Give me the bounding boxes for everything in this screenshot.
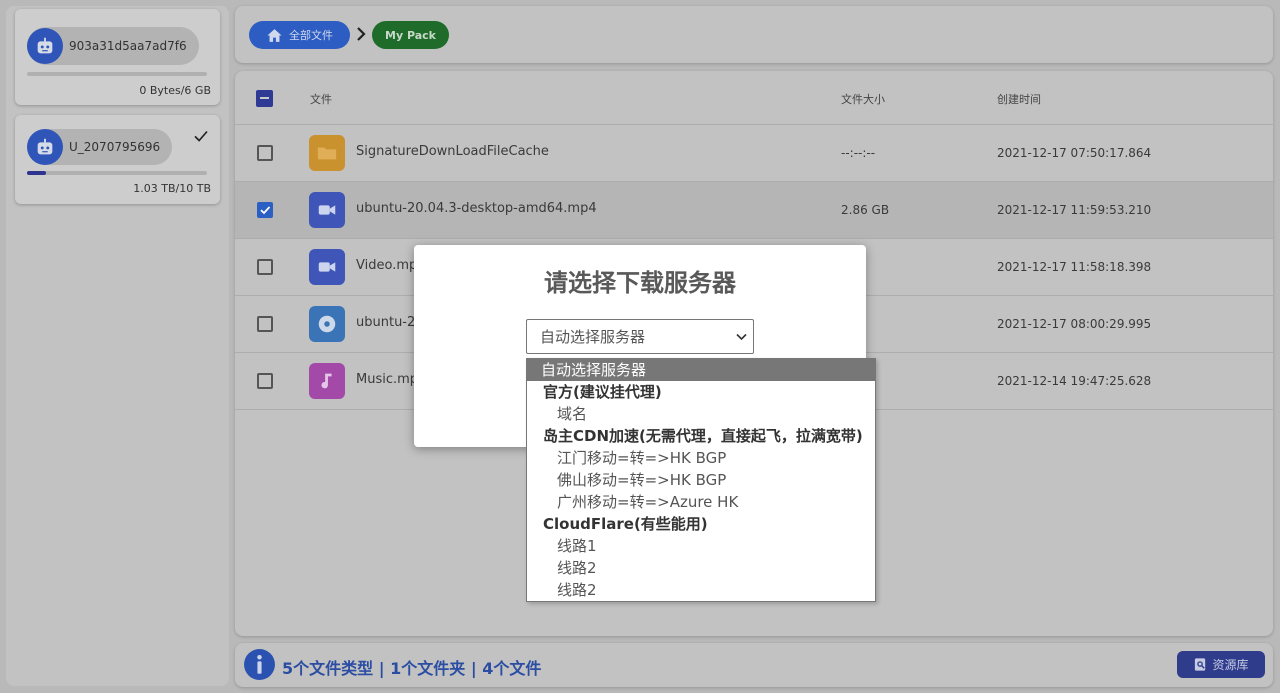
video-icon (309, 192, 345, 228)
storage-usage: 0 Bytes/6 GB (139, 84, 211, 97)
optgroup-cdn: 岛主CDN加速(无需代理，直接起飞，拉满宽带) (543, 427, 863, 445)
account-card-1[interactable]: 903a31d5aa7ad7f6 0 Bytes/6 GB (15, 9, 220, 105)
header-created: 创建时间 (997, 93, 1041, 106)
storage-progress-bar (27, 72, 207, 76)
breadcrumb-current-label: My Pack (385, 28, 436, 42)
account-name: U_2070795696 (69, 140, 161, 154)
file-name[interactable]: SignatureDownLoadFileCache (356, 144, 549, 159)
robot-avatar-icon (27, 129, 63, 165)
option-auto[interactable]: 自动选择服务器 (527, 359, 875, 381)
row-checkbox[interactable] (257, 259, 273, 275)
optgroup-cloudflare: CloudFlare(有些能用) (543, 515, 708, 533)
select-all-checkbox[interactable] (256, 90, 273, 107)
account-card-2[interactable]: U_2070795696 1.03 TB/10 TB (15, 115, 220, 204)
resource-library-button[interactable]: 资源库 (1177, 651, 1265, 678)
account-chip[interactable]: U_2070795696 (27, 129, 173, 165)
row-checkbox[interactable] (257, 373, 273, 389)
option-line-2[interactable]: 线路2 (527, 557, 875, 579)
breadcrumb: 全部文件 My Pack (235, 6, 1273, 63)
chevron-right-icon (357, 27, 366, 41)
breadcrumb-home[interactable]: 全部文件 (249, 21, 350, 49)
header-name: 文件 (310, 93, 332, 106)
video-icon (309, 249, 345, 285)
robot-avatar-icon (27, 28, 63, 64)
storage-progress-bar (27, 171, 207, 175)
table-header: 文件 文件大小 创建时间 (235, 71, 1273, 125)
table-row[interactable]: ubuntu-20.04.3-desktop-amd64.mp4 2.86 GB… (235, 182, 1273, 239)
file-created: 2021-12-14 19:47:25.628 (997, 374, 1152, 388)
row-checkbox[interactable] (257, 316, 273, 332)
optgroup-official: 官方(建议挂代理) (543, 383, 662, 401)
breadcrumb-current[interactable]: My Pack (372, 21, 449, 49)
file-created: 2021-12-17 11:59:53.210 (997, 203, 1152, 217)
checkmark-icon (194, 130, 208, 142)
row-checkbox[interactable] (257, 202, 273, 218)
info-icon (244, 649, 275, 680)
search-document-icon (1195, 658, 1206, 671)
option-foshan[interactable]: 佛山移动=转=>HK BGP (527, 469, 875, 491)
server-select[interactable]: 自动选择服务器 (526, 319, 754, 354)
option-domain[interactable]: 域名 (527, 403, 875, 425)
account-chip[interactable]: 903a31d5aa7ad7f6 (27, 27, 199, 65)
server-options-list: 自动选择服务器 官方(建议挂代理) 域名 岛主CDN加速(无需代理，直接起飞，拉… (526, 358, 876, 602)
option-line-1[interactable]: 线路1 (527, 535, 875, 557)
server-select-value: 自动选择服务器 (540, 328, 646, 346)
music-icon (309, 363, 345, 399)
dialog-title: 请选择下载服务器 (544, 269, 736, 297)
option-guangzhou[interactable]: 广州移动=转=>Azure HK (527, 491, 875, 513)
storage-progress-fill (27, 171, 46, 175)
file-name[interactable]: Music.mp (356, 372, 418, 387)
file-created: 2021-12-17 07:50:17.864 (997, 146, 1152, 160)
status-footer: 5个文件类型 | 1个文件夹 | 4个文件 资源库 (235, 643, 1273, 687)
resource-library-label: 资源库 (1212, 658, 1249, 672)
home-icon (267, 28, 282, 42)
row-checkbox[interactable] (257, 145, 273, 161)
disc-image-icon (309, 306, 345, 342)
header-size: 文件大小 (841, 93, 885, 106)
file-name[interactable]: ubuntu-20.04.3-desktop-amd64.mp4 (356, 201, 597, 216)
option-line-2b[interactable]: 线路2 (527, 579, 875, 601)
breadcrumb-home-label: 全部文件 (289, 29, 333, 42)
file-created: 2021-12-17 11:58:18.398 (997, 260, 1152, 274)
account-name: 903a31d5aa7ad7f6 (69, 39, 187, 53)
chevron-down-icon (736, 333, 747, 341)
option-jiangmen[interactable]: 江门移动=转=>HK BGP (527, 447, 875, 469)
file-summary: 5个文件类型 | 1个文件夹 | 4个文件 (282, 659, 542, 678)
file-created: 2021-12-17 08:00:29.995 (997, 317, 1152, 331)
table-row[interactable]: SignatureDownLoadFileCache --:--:-- 2021… (235, 125, 1273, 182)
file-size: 2.86 GB (841, 203, 890, 217)
file-name[interactable]: Video.mp (356, 258, 417, 273)
account-sidebar: 903a31d5aa7ad7f6 0 Bytes/6 GB U_20707956… (6, 6, 229, 686)
storage-usage: 1.03 TB/10 TB (133, 182, 211, 195)
folder-icon (309, 135, 345, 171)
file-size: --:--:-- (841, 146, 876, 160)
